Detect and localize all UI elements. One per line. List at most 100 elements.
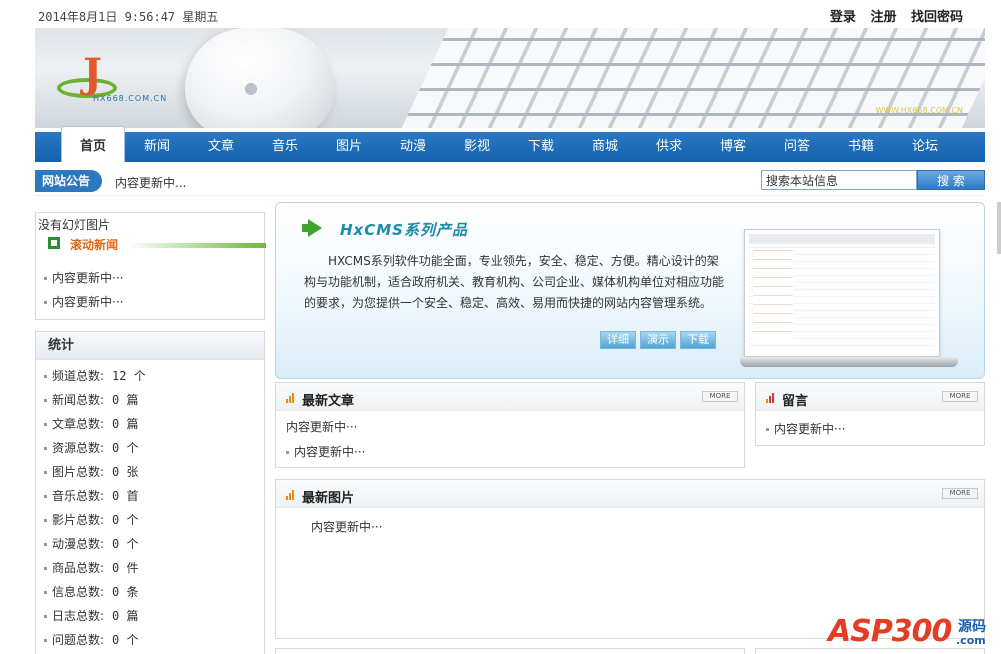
panel-title: 最新图片 (302, 491, 355, 506)
nav-item-music[interactable]: 音乐 (253, 132, 317, 162)
scroll-news-header: 滚动新闻 (46, 235, 266, 253)
stat-label: 文章总数: (52, 417, 105, 431)
panel-header: 最新图片 MORE (276, 480, 984, 508)
mouse-wheel (245, 83, 257, 95)
stat-value: 0 条 (112, 585, 139, 599)
promo-description: HXCMS系列软件功能全面，专业领先，安全、稳定、方便。精心设计的架构与功能机制… (304, 254, 725, 310)
list-item[interactable]: 内容更新中··· (286, 443, 365, 460)
watermark-brand: ASP300 (828, 614, 952, 649)
mouse-image (185, 28, 335, 128)
notice-text[interactable]: 内容更新中... (115, 174, 186, 191)
site-banner: J HX668.COM.CN WWW.HX668.COM.CN (35, 28, 985, 128)
nav-item-anime[interactable]: 动漫 (381, 132, 445, 162)
stats-box: 统计 频道总数: 12 个 新闻总数: 0 篇 文章总数: 0 篇 资源总数: 0 个 … (35, 331, 265, 654)
stat-item: 频道总数: 12 个 (44, 367, 146, 391)
more-button[interactable]: MORE (942, 488, 978, 499)
stat-value: 0 个 (112, 441, 139, 455)
stat-value: 0 张 (112, 465, 139, 479)
stat-label: 商品总数: (52, 561, 105, 575)
demo-button[interactable]: 演示 (640, 331, 676, 349)
stat-value: 0 件 (112, 561, 139, 575)
laptop-base (740, 357, 958, 367)
nav-item-pictures[interactable]: 图片 (317, 132, 381, 162)
stat-item: 文章总数: 0 篇 (44, 415, 146, 439)
stat-item: 音乐总数: 0 首 (44, 487, 146, 511)
details-button[interactable]: 详细 (600, 331, 636, 349)
current-date: 2014年8月1日 9:56:47 星期五 (38, 10, 219, 24)
stat-value: 0 篇 (112, 609, 139, 623)
product-promo: HxCMS系列产品 HXCMS系列软件功能全面，专业领先，安全、稳定、方便。精心… (275, 202, 985, 379)
panel-placeholder: 内容更新中··· (311, 520, 383, 534)
stat-label: 音乐总数: (52, 489, 105, 503)
list-item[interactable]: 内容更新中··· (44, 269, 123, 293)
panel-placeholder: 内容更新中··· (286, 420, 358, 434)
site-logo[interactable]: J HX668.COM.CN (53, 48, 166, 108)
logo-mark: J (83, 50, 102, 97)
login-link[interactable]: 登录 (830, 10, 856, 25)
stats-title: 统计 (36, 332, 264, 360)
stat-value: 0 篇 (112, 393, 139, 407)
stat-value: 0 首 (112, 489, 139, 503)
scroll-news-title: 滚动新闻 (70, 238, 119, 252)
stat-label: 新闻总数: (52, 393, 105, 407)
nav-item-news[interactable]: 新闻 (125, 132, 189, 162)
stat-item: 动漫总数: 0 个 (44, 535, 146, 559)
stat-item: 影片总数: 0 个 (44, 511, 146, 535)
stat-item: 问题总数: 0 个 (44, 631, 146, 654)
more-button[interactable]: MORE (942, 391, 978, 402)
nav-item-shop[interactable]: 商城 (573, 132, 637, 162)
stat-label: 日志总数: (52, 609, 105, 623)
register-link[interactable]: 注册 (870, 10, 896, 25)
stat-label: 图片总数: (52, 465, 105, 479)
panel-title: 留言 (782, 394, 809, 409)
title-divider (126, 243, 266, 248)
stat-label: 影片总数: (52, 513, 105, 527)
user-links: 登录 注册 找回密码 (820, 6, 963, 25)
articles-list: 内容更新中··· (286, 443, 365, 460)
more-button[interactable]: MORE (702, 391, 738, 402)
stat-label: 动漫总数: (52, 537, 105, 551)
nav-item-forum[interactable]: 论坛 (893, 132, 957, 162)
notice-bar: 网站公告 内容更新中... 搜 索 (35, 162, 985, 196)
bar-chart-icon (286, 490, 296, 500)
logo-text: HX668.COM.CN (93, 94, 168, 103)
stat-value: 0 个 (112, 633, 139, 647)
download-button[interactable]: 下载 (680, 331, 716, 349)
stat-item: 资源总数: 0 个 (44, 439, 146, 463)
stat-value: 12 个 (112, 369, 146, 383)
slideshow-box: 没有幻灯图片 滚动新闻 内容更新中··· 内容更新中··· (35, 212, 266, 320)
guestbook-panel: 留言 MORE 内容更新中··· (755, 382, 985, 446)
nav-item-movies[interactable]: 影视 (445, 132, 509, 162)
messages-list: 内容更新中··· (766, 420, 845, 437)
stat-value: 0 个 (112, 513, 139, 527)
search-button[interactable]: 搜 索 (917, 170, 985, 190)
stat-item: 日志总数: 0 篇 (44, 607, 146, 631)
panel-title: 最新文章 (302, 394, 355, 409)
nav-item-supply[interactable]: 供求 (637, 132, 701, 162)
list-item[interactable]: 内容更新中··· (766, 420, 845, 437)
nav-item-articles[interactable]: 文章 (189, 132, 253, 162)
nav-item-blog[interactable]: 博客 (701, 132, 765, 162)
nav-item-books[interactable]: 书籍 (829, 132, 893, 162)
nav-item-home[interactable]: 首页 (61, 126, 125, 162)
laptop-screen-column (753, 250, 793, 340)
bar-chart-icon (766, 393, 776, 403)
checkbox-icon (48, 237, 60, 249)
stat-label: 频道总数: (52, 369, 105, 383)
watermark-domain: .com (956, 634, 986, 647)
nav-item-qa[interactable]: 问答 (765, 132, 829, 162)
stat-label: 资源总数: (52, 441, 105, 455)
top-bar: 2014年8月1日 9:56:47 星期五 登录 注册 找回密码 (35, 0, 985, 28)
page-scrollbar[interactable] (997, 202, 1001, 254)
no-slides-text: 没有幻灯图片 (38, 218, 111, 232)
list-item[interactable]: 内容更新中··· (44, 293, 123, 317)
scroll-news-list: 内容更新中··· 内容更新中··· (44, 269, 123, 317)
search-input[interactable] (761, 170, 917, 190)
promo-buttons: 详细 演示 下载 (600, 331, 716, 349)
panel-header: 最新文章 MORE (276, 383, 744, 411)
stat-item: 新闻总数: 0 篇 (44, 391, 146, 415)
watermark-suffix: 源码 (958, 619, 986, 635)
nav-item-downloads[interactable]: 下载 (509, 132, 573, 162)
forgot-password-link[interactable]: 找回密码 (911, 10, 963, 25)
stat-value: 0 个 (112, 537, 139, 551)
